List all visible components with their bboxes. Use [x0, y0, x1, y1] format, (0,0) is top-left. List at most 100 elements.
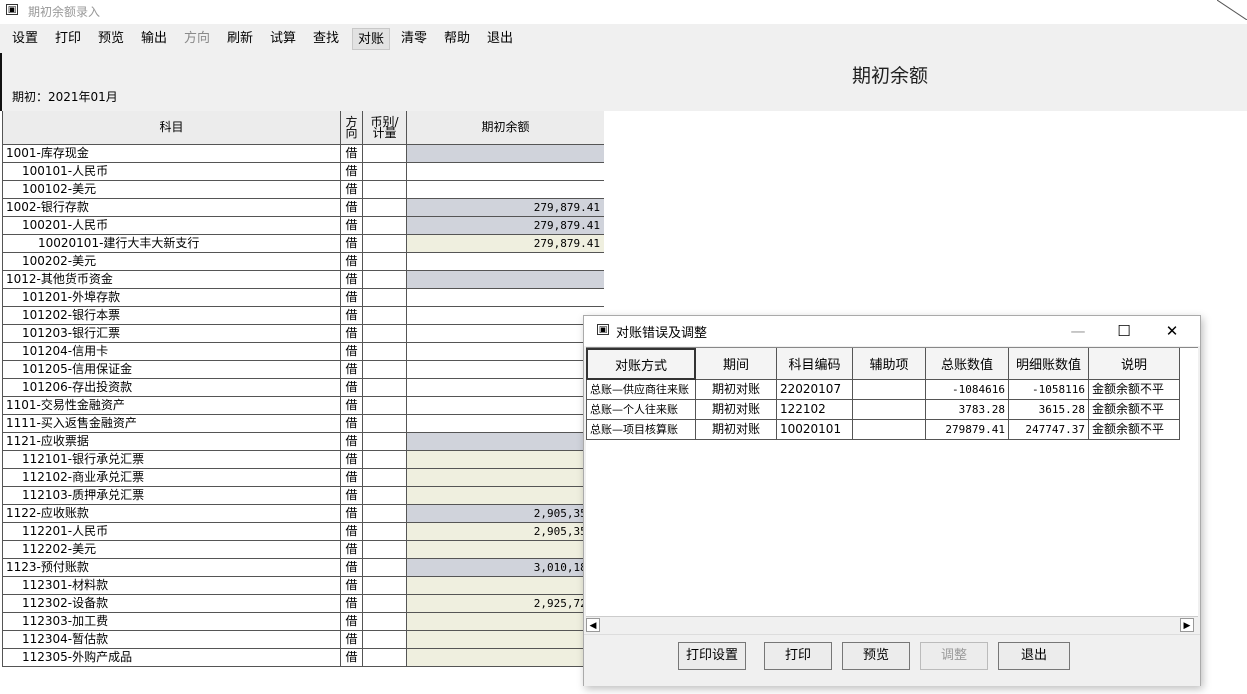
grid-row[interactable]: 112305-外购产成品借 — [2, 649, 606, 667]
grid-cell-currency[interactable] — [363, 397, 407, 415]
grid-cell-currency[interactable] — [363, 217, 407, 235]
grid-cell-direction[interactable]: 借 — [341, 451, 363, 469]
grid-row[interactable]: 100101-人民币借 — [2, 163, 606, 181]
column-header-subject[interactable]: 科目 — [2, 111, 341, 145]
dialog-column-gl-value[interactable]: 总账数值 — [926, 348, 1009, 380]
dialog-column-method[interactable]: 对账方式 — [586, 348, 696, 380]
grid-cell-direction[interactable]: 借 — [341, 199, 363, 217]
grid-row[interactable]: 101206-存出投资款借 — [2, 379, 606, 397]
grid-cell-subject[interactable]: 101205-信用保证金 — [2, 361, 341, 379]
grid-cell-currency[interactable] — [363, 487, 407, 505]
grid-row[interactable]: 112202-美元借 — [2, 541, 606, 559]
toolbar-preview-button[interactable]: 预览 — [94, 28, 128, 50]
grid-cell-subject[interactable]: 112302-设备款 — [2, 595, 341, 613]
grid-cell-amount[interactable]: 279,879.41 — [407, 217, 605, 235]
dialog-cell-method[interactable]: 总账—供应商往来账 — [586, 380, 696, 400]
grid-cell-amount[interactable] — [407, 631, 605, 649]
grid-cell-currency[interactable] — [363, 505, 407, 523]
preview-button[interactable]: 预览 — [842, 642, 910, 670]
grid-cell-currency[interactable] — [363, 199, 407, 217]
grid-cell-direction[interactable]: 借 — [341, 289, 363, 307]
dialog-cell-code[interactable]: 122102 — [777, 400, 853, 420]
grid-cell-currency[interactable] — [363, 577, 407, 595]
grid-cell-currency[interactable] — [363, 631, 407, 649]
grid-cell-currency[interactable] — [363, 613, 407, 631]
grid-cell-amount[interactable] — [407, 613, 605, 631]
toolbar-refresh-button[interactable]: 刷新 — [223, 28, 257, 50]
toolbar-exit-button[interactable]: 退出 — [483, 28, 517, 50]
grid-cell-subject[interactable]: 101202-银行本票 — [2, 307, 341, 325]
grid-cell-subject[interactable]: 101201-外埠存款 — [2, 289, 341, 307]
grid-cell-subject[interactable]: 1111-买入返售金融资产 — [2, 415, 341, 433]
grid-cell-currency[interactable] — [363, 469, 407, 487]
dialog-cell-note[interactable]: 金额余额不平 — [1089, 420, 1180, 440]
dialog-table-row[interactable]: 总账—供应商往来账 期初对账 22020107 -1084616 -1058116 金额余… — [586, 380, 1182, 400]
grid-cell-subject[interactable]: 100102-美元 — [2, 181, 341, 199]
grid-cell-subject[interactable]: 101206-存出投资款 — [2, 379, 341, 397]
grid-cell-direction[interactable]: 借 — [341, 145, 363, 163]
dialog-cell-code[interactable]: 22020107 — [777, 380, 853, 400]
dialog-cell-aux[interactable] — [853, 400, 926, 420]
grid-cell-direction[interactable]: 借 — [341, 649, 363, 667]
toolbar-direction-button[interactable]: 方向 — [180, 28, 214, 50]
dialog-cell-code[interactable]: 10020101 — [777, 420, 853, 440]
grid-row[interactable]: 101203-银行汇票借 — [2, 325, 606, 343]
grid-cell-direction[interactable]: 借 — [341, 235, 363, 253]
grid-cell-amount[interactable] — [407, 469, 605, 487]
dialog-column-detail-value[interactable]: 明细账数值 — [1009, 348, 1089, 380]
grid-cell-amount[interactable] — [407, 397, 605, 415]
grid-cell-direction[interactable]: 借 — [341, 487, 363, 505]
dialog-column-aux[interactable]: 辅助项 — [853, 348, 926, 380]
grid-cell-amount[interactable]: 3,010,187. — [407, 559, 605, 577]
grid-cell-direction[interactable]: 借 — [341, 181, 363, 199]
grid-row[interactable]: 1111-买入返售金融资产借 — [2, 415, 606, 433]
grid-cell-subject[interactable]: 112201-人民币 — [2, 523, 341, 541]
grid-cell-amount[interactable] — [407, 145, 605, 163]
grid-cell-subject[interactable]: 112102-商业承兑汇票 — [2, 469, 341, 487]
grid-row[interactable]: 1101-交易性金融资产借 — [2, 397, 606, 415]
grid-cell-amount[interactable]: 2,905,358. — [407, 523, 605, 541]
grid-row[interactable]: 1121-应收票据借 — [2, 433, 606, 451]
grid-cell-currency[interactable] — [363, 559, 407, 577]
grid-cell-direction[interactable]: 借 — [341, 559, 363, 577]
grid-cell-direction[interactable]: 借 — [341, 271, 363, 289]
grid-row[interactable]: 112302-设备款借 2,925,725. — [2, 595, 606, 613]
dialog-cell-detail-value[interactable]: 247747.37 — [1009, 420, 1089, 440]
scroll-left-icon[interactable]: ◀ — [586, 618, 600, 632]
grid-cell-direction[interactable]: 借 — [341, 325, 363, 343]
grid-cell-currency[interactable] — [363, 145, 407, 163]
grid-cell-amount[interactable] — [407, 433, 605, 451]
grid-cell-subject[interactable]: 112301-材料款 — [2, 577, 341, 595]
grid-cell-subject[interactable]: 1012-其他货币资金 — [2, 271, 341, 289]
grid-cell-direction[interactable]: 借 — [341, 343, 363, 361]
grid-cell-amount[interactable] — [407, 325, 605, 343]
grid-cell-amount[interactable] — [407, 415, 605, 433]
grid-row[interactable]: 1001-库存现金借 — [2, 145, 606, 163]
grid-cell-amount[interactable] — [407, 307, 605, 325]
grid-cell-direction[interactable]: 借 — [341, 415, 363, 433]
grid-cell-direction[interactable]: 借 — [341, 595, 363, 613]
grid-cell-direction[interactable]: 借 — [341, 469, 363, 487]
grid-cell-direction[interactable]: 借 — [341, 433, 363, 451]
grid-row[interactable]: 100202-美元借 — [2, 253, 606, 271]
grid-row[interactable]: 1002-银行存款借 279,879.41 — [2, 199, 606, 217]
grid-cell-currency[interactable] — [363, 235, 407, 253]
grid-cell-currency[interactable] — [363, 343, 407, 361]
grid-cell-amount[interactable] — [407, 361, 605, 379]
dialog-cell-period[interactable]: 期初对账 — [696, 420, 777, 440]
grid-cell-subject[interactable]: 112202-美元 — [2, 541, 341, 559]
grid-cell-amount[interactable] — [407, 541, 605, 559]
grid-cell-amount[interactable] — [407, 487, 605, 505]
print-setup-button[interactable]: 打印设置 — [678, 642, 746, 670]
grid-cell-direction[interactable]: 借 — [341, 613, 363, 631]
grid-row[interactable]: 101204-信用卡借 — [2, 343, 606, 361]
dialog-table-row[interactable]: 总账—项目核算账 期初对账 10020101 279879.41 247747.37 金额… — [586, 420, 1182, 440]
grid-row[interactable]: 1123-预付账款借 3,010,187. — [2, 559, 606, 577]
dialog-cell-note[interactable]: 金额余额不平 — [1089, 400, 1180, 420]
grid-cell-subject[interactable]: 100201-人民币 — [2, 217, 341, 235]
grid-cell-subject[interactable]: 1101-交易性金融资产 — [2, 397, 341, 415]
dialog-cell-gl-value[interactable]: 3783.28 — [926, 400, 1009, 420]
grid-cell-currency[interactable] — [363, 271, 407, 289]
grid-cell-direction[interactable]: 借 — [341, 361, 363, 379]
horizontal-scrollbar[interactable]: ◀ ▶ — [586, 616, 1198, 634]
